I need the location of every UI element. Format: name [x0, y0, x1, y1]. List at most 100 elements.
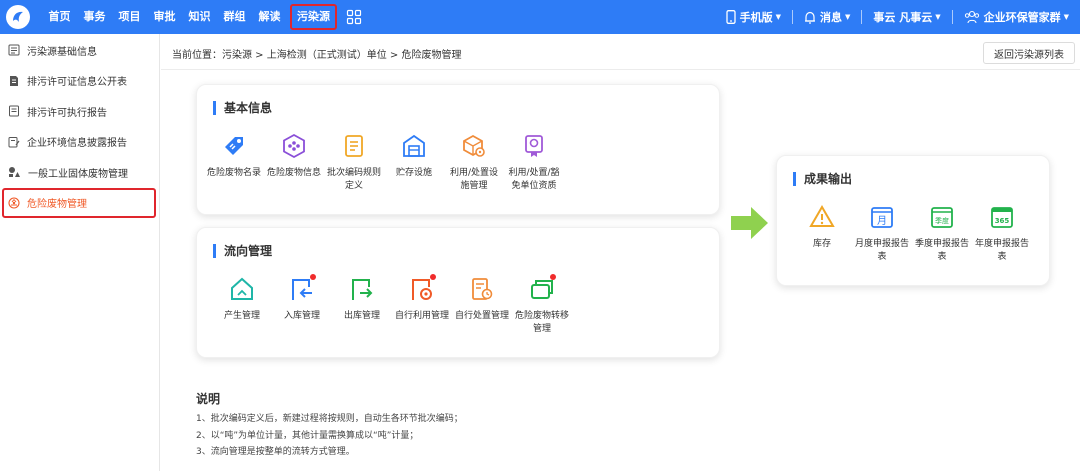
tile-inbound-management[interactable]: 入库管理 [272, 274, 332, 336]
tile-label: 危险废物名录 [206, 168, 261, 178]
tile-disposal-facilities[interactable]: 利用/处置设施管理 [444, 131, 504, 193]
basic-info-title: 基本信息 [213, 101, 272, 115]
tile-label: 产生管理 [223, 311, 260, 321]
org-people-icon [964, 10, 979, 24]
tile-batch-code-rules[interactable]: 批次编码规则定义 [324, 131, 384, 193]
note-line: 1、批次编码定义后，新建过程将按规则，自动生各环节批次编码； [196, 414, 463, 424]
note-line: 3、流向管理是按整单的流转方式管理。 [196, 447, 355, 457]
license-doc-icon [10, 75, 18, 86]
self-dispose-icon [467, 274, 497, 304]
apps-grid-icon[interactable] [346, 9, 362, 25]
svg-text:365: 365 [995, 217, 1010, 225]
bell-icon [804, 11, 815, 24]
tile-label: 月度申报报告表 [854, 239, 909, 262]
sidebar-item-hazardous-waste[interactable]: 危险废物管理 [2, 187, 156, 218]
notes-list: 1、批次编码定义后，新建过程将按规则，自动生各环节批次编码； 2、以“吨”为单位… [196, 411, 463, 461]
back-to-list-button[interactable]: 返回污染源列表 [983, 42, 1075, 64]
tile-unit-qualification[interactable]: 利用/处置/豁免单位资质 [504, 131, 564, 193]
basic-info-card: 基本信息 危险废物名录 危险废物信息 批次编码规则定义 贮存设施 利用/处置设施… [196, 84, 720, 215]
sidebar-item-license-info[interactable]: 排污许可证信息公开表 [0, 66, 159, 97]
top-nav-bar: 首页 事务 项目 审批 知识 群组 解读 污染源 手机版 ▼ 消息 ▼ 事云 凡事云… [0, 0, 1080, 34]
notification-dot [310, 274, 316, 280]
user-name: 事云 凡事云 [873, 11, 933, 24]
output-title: 成果输出 [793, 172, 852, 186]
top-right-menu: 手机版 ▼ 消息 ▼ 事云 凡事云 ▼ 企业环保管家群 ▼ [715, 0, 1080, 34]
sidebar-item-label: 排污许可执行报告 [27, 107, 107, 119]
warning-triangle-icon [807, 202, 837, 232]
hexagon-info-icon [279, 131, 309, 161]
tile-label: 入库管理 [283, 311, 320, 321]
sidebar-item-basic-info[interactable]: 污染源基础信息 [0, 35, 159, 66]
sidebar-item-label: 排污许可证信息公开表 [27, 77, 127, 89]
user-menu[interactable]: 事云 凡事云 ▼ [862, 9, 951, 25]
tile-monthly-report[interactable]: 月 月度申报报告表 [852, 202, 912, 264]
tile-quarterly-report[interactable]: 季度 季度申报报告表 [912, 202, 972, 264]
nav-groups[interactable]: 群组 [217, 0, 252, 34]
tile-hazardous-waste-catalog[interactable]: 危险废物名录 [204, 131, 264, 193]
transfer-icon [527, 274, 557, 304]
mobile-version-menu[interactable]: 手机版 ▼ [715, 9, 792, 25]
tile-hazardous-waste-info[interactable]: 危险废物信息 [264, 131, 324, 193]
self-use-icon [407, 274, 437, 304]
nav-affairs[interactable]: 事务 [77, 0, 112, 34]
calendar-year-icon: 365 [987, 202, 1017, 232]
svg-text:季度: 季度 [935, 216, 949, 225]
tile-label: 年度申报报告表 [974, 239, 1029, 262]
flow-management-title: 流向管理 [213, 244, 272, 258]
svg-text:月: 月 [877, 215, 887, 227]
tile-label: 贮存设施 [395, 168, 432, 178]
nav-projects[interactable]: 项目 [112, 0, 147, 34]
sidebar-item-disclosure-report[interactable]: 企业环境信息披露报告 [0, 127, 159, 158]
calendar-month-icon: 月 [867, 202, 897, 232]
sidebar-item-execution-report[interactable]: 排污许可执行报告 [0, 96, 159, 127]
sidebar-item-label: 企业环境信息披露报告 [27, 138, 127, 150]
app-logo-icon[interactable] [6, 5, 30, 29]
chevron-down-icon: ▼ [1063, 13, 1069, 21]
notes-title: 说明 [196, 392, 221, 406]
tile-annual-report[interactable]: 365 年度申报报告表 [972, 202, 1032, 264]
tile-self-disposal-management[interactable]: 自行处置管理 [452, 274, 512, 336]
sidebar: 污染源基础信息 排污许可证信息公开表 排污许可执行报告 企业环境信息披露报告 一… [0, 34, 160, 471]
report-doc-icon [9, 105, 19, 117]
sidebar-item-solid-waste[interactable]: 一般工业固体废物管理 [0, 157, 159, 188]
inbound-icon [287, 274, 317, 304]
messages-label: 消息 [819, 11, 842, 24]
tile-label: 利用/处置/豁免单位资质 [508, 168, 560, 191]
tile-storage-facilities[interactable]: 贮存设施 [384, 131, 444, 193]
nav-approval[interactable]: 审批 [147, 0, 182, 34]
warehouse-icon [399, 131, 429, 161]
nav-interpretation[interactable]: 解读 [252, 0, 287, 34]
messages-menu[interactable]: 消息 ▼ [793, 9, 861, 25]
tile-label: 季度申报报告表 [914, 239, 969, 262]
tile-label: 自行处置管理 [454, 311, 509, 321]
tile-outbound-management[interactable]: 出库管理 [332, 274, 392, 336]
nav-knowledge[interactable]: 知识 [182, 0, 217, 34]
edit-doc-icon [8, 136, 20, 148]
calendar-quarter-icon: 季度 [927, 202, 957, 232]
box-gear-icon [459, 131, 489, 161]
tile-generation-management[interactable]: 产生管理 [212, 274, 272, 336]
sidebar-item-label: 污染源基础信息 [27, 46, 97, 58]
breadcrumb: 当前位置：污染源 > 上海检测（正式测试）单位 > 危险废物管理 [172, 50, 462, 61]
note-line: 2、以“吨”为单位计量，其他计量需换算成以“吨”计量； [196, 430, 419, 441]
nav-home[interactable]: 首页 [42, 0, 77, 34]
tile-self-use-management[interactable]: 自行利用管理 [392, 274, 452, 336]
mobile-version-label: 手机版 [739, 11, 773, 24]
notification-dot [550, 274, 556, 280]
tile-label: 自行利用管理 [394, 311, 449, 321]
org-menu[interactable]: 企业环保管家群 ▼ [953, 9, 1080, 25]
arrow-right-icon [731, 207, 768, 239]
divider [161, 69, 1080, 70]
tile-label: 危险废物信息 [266, 168, 321, 178]
tile-label: 利用/处置设施管理 [449, 168, 499, 191]
nav-pollution-source[interactable]: 污染源 [290, 4, 337, 30]
house-generate-icon [227, 274, 257, 304]
sidebar-item-label: 危险废物管理 [27, 199, 87, 210]
chevron-down-icon: ▼ [775, 13, 781, 21]
tile-inventory[interactable]: 库存 [792, 202, 852, 264]
output-card: 成果输出 库存 月 月度申报报告表 季度 季度申报报告表 365 年度申报报告表 [776, 155, 1050, 286]
tile-transfer-management[interactable]: 危险废物转移管理 [512, 274, 572, 336]
tag-icon [219, 131, 249, 161]
tile-label: 危险废物转移管理 [514, 311, 569, 334]
tile-label: 库存 [812, 239, 831, 249]
